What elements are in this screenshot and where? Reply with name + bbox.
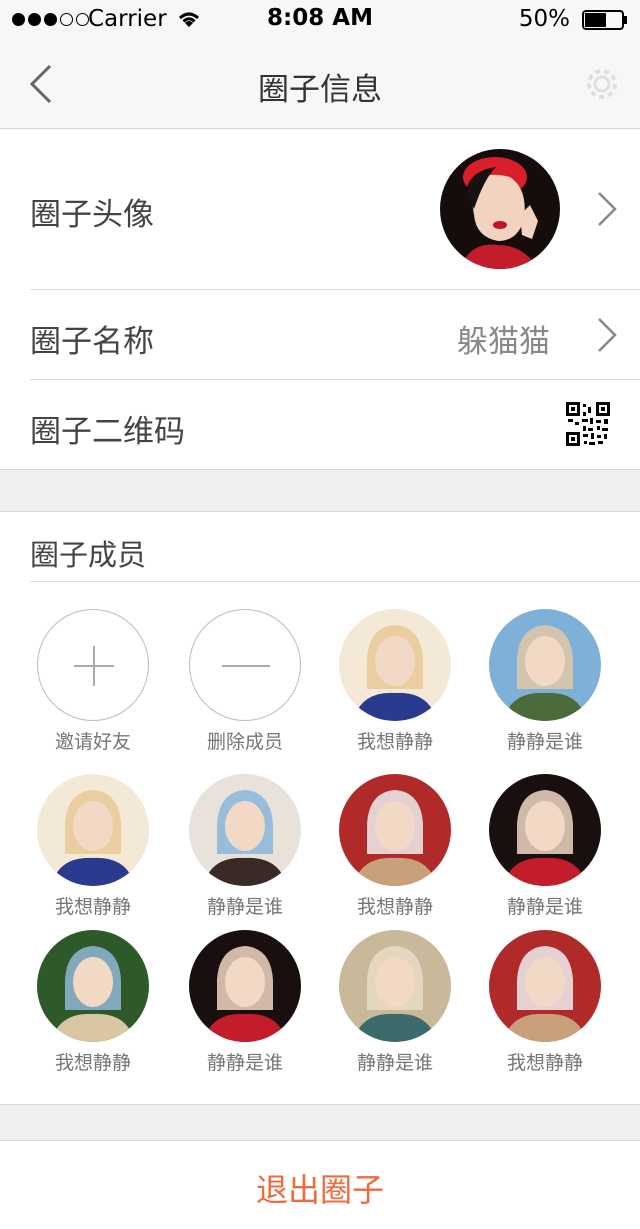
member-avatar	[339, 609, 451, 721]
member-avatar	[489, 930, 601, 1042]
battery-icon	[582, 10, 627, 30]
navigation-bar: 圈子信息	[0, 40, 640, 129]
chevron-right-icon	[598, 192, 617, 226]
battery-percent: 50%	[518, 6, 570, 32]
divider	[30, 581, 640, 582]
plus-icon	[37, 609, 149, 721]
qrcode-icon	[566, 402, 610, 446]
member-avatar	[37, 930, 149, 1042]
member-name: 静静是谁	[206, 896, 283, 918]
member-avatar	[339, 774, 451, 886]
member-name: 我想静静	[506, 1052, 583, 1074]
member-item[interactable]: 我想静静	[18, 774, 168, 919]
exit-circle-button[interactable]: 退出圈子	[0, 1165, 640, 1211]
member-item[interactable]: 我想静静	[320, 609, 470, 754]
circle-qrcode-row[interactable]: 圈子二维码	[0, 380, 640, 469]
member-name: 我想静静	[54, 1052, 131, 1074]
member-name: 静静是谁	[356, 1052, 433, 1074]
member-item[interactable]: 我想静静	[320, 774, 470, 919]
circle-name-value: 躲猫猫	[457, 324, 550, 360]
member-name: 静静是谁	[206, 1052, 283, 1074]
member-name: 静静是谁	[506, 896, 583, 918]
circle-name-label: 圈子名称	[30, 324, 154, 360]
member-avatar	[189, 930, 301, 1042]
member-item[interactable]: 静静是谁	[470, 774, 620, 919]
member-item[interactable]: 静静是谁	[320, 930, 470, 1075]
invite-friend-label: 邀请好友	[54, 731, 131, 753]
circle-avatar	[440, 149, 560, 269]
members-section-title: 圈子成员	[30, 538, 147, 572]
member-name: 我想静静	[54, 896, 131, 918]
member-item[interactable]: 静静是谁	[170, 930, 320, 1075]
remove-member-label: 删除成员	[206, 731, 283, 753]
member-avatar	[189, 774, 301, 886]
member-item[interactable]: 我想静静	[18, 930, 168, 1075]
member-item[interactable]: 静静是谁	[170, 774, 320, 919]
circle-name-row[interactable]: 圈子名称 躲猫猫	[0, 290, 640, 379]
circle-avatar-label: 圈子头像	[30, 197, 154, 233]
member-avatar	[489, 609, 601, 721]
chevron-right-icon	[598, 318, 617, 352]
minus-icon	[189, 609, 301, 721]
circle-avatar-row[interactable]: 圈子头像	[0, 129, 640, 289]
page-title: 圈子信息	[258, 72, 382, 108]
member-avatar	[339, 930, 451, 1042]
circle-qrcode-label: 圈子二维码	[30, 414, 185, 450]
status-bar: Carrier 8:08 AM 50%	[0, 0, 640, 40]
footer: 退出圈子	[0, 1140, 640, 1229]
settings-button[interactable]	[584, 66, 620, 102]
section-separator	[0, 469, 640, 512]
member-name: 我想静静	[356, 896, 433, 918]
member-item[interactable]: 我想静静	[470, 930, 620, 1075]
invite-friend-button[interactable]: 邀请好友	[18, 609, 168, 754]
member-item[interactable]: 静静是谁	[470, 609, 620, 754]
member-avatar	[489, 774, 601, 886]
member-avatar	[37, 774, 149, 886]
member-name: 我想静静	[356, 731, 433, 753]
remove-member-button[interactable]: 删除成员	[170, 609, 320, 754]
section-separator	[0, 1104, 640, 1141]
member-name: 静静是谁	[506, 731, 583, 753]
